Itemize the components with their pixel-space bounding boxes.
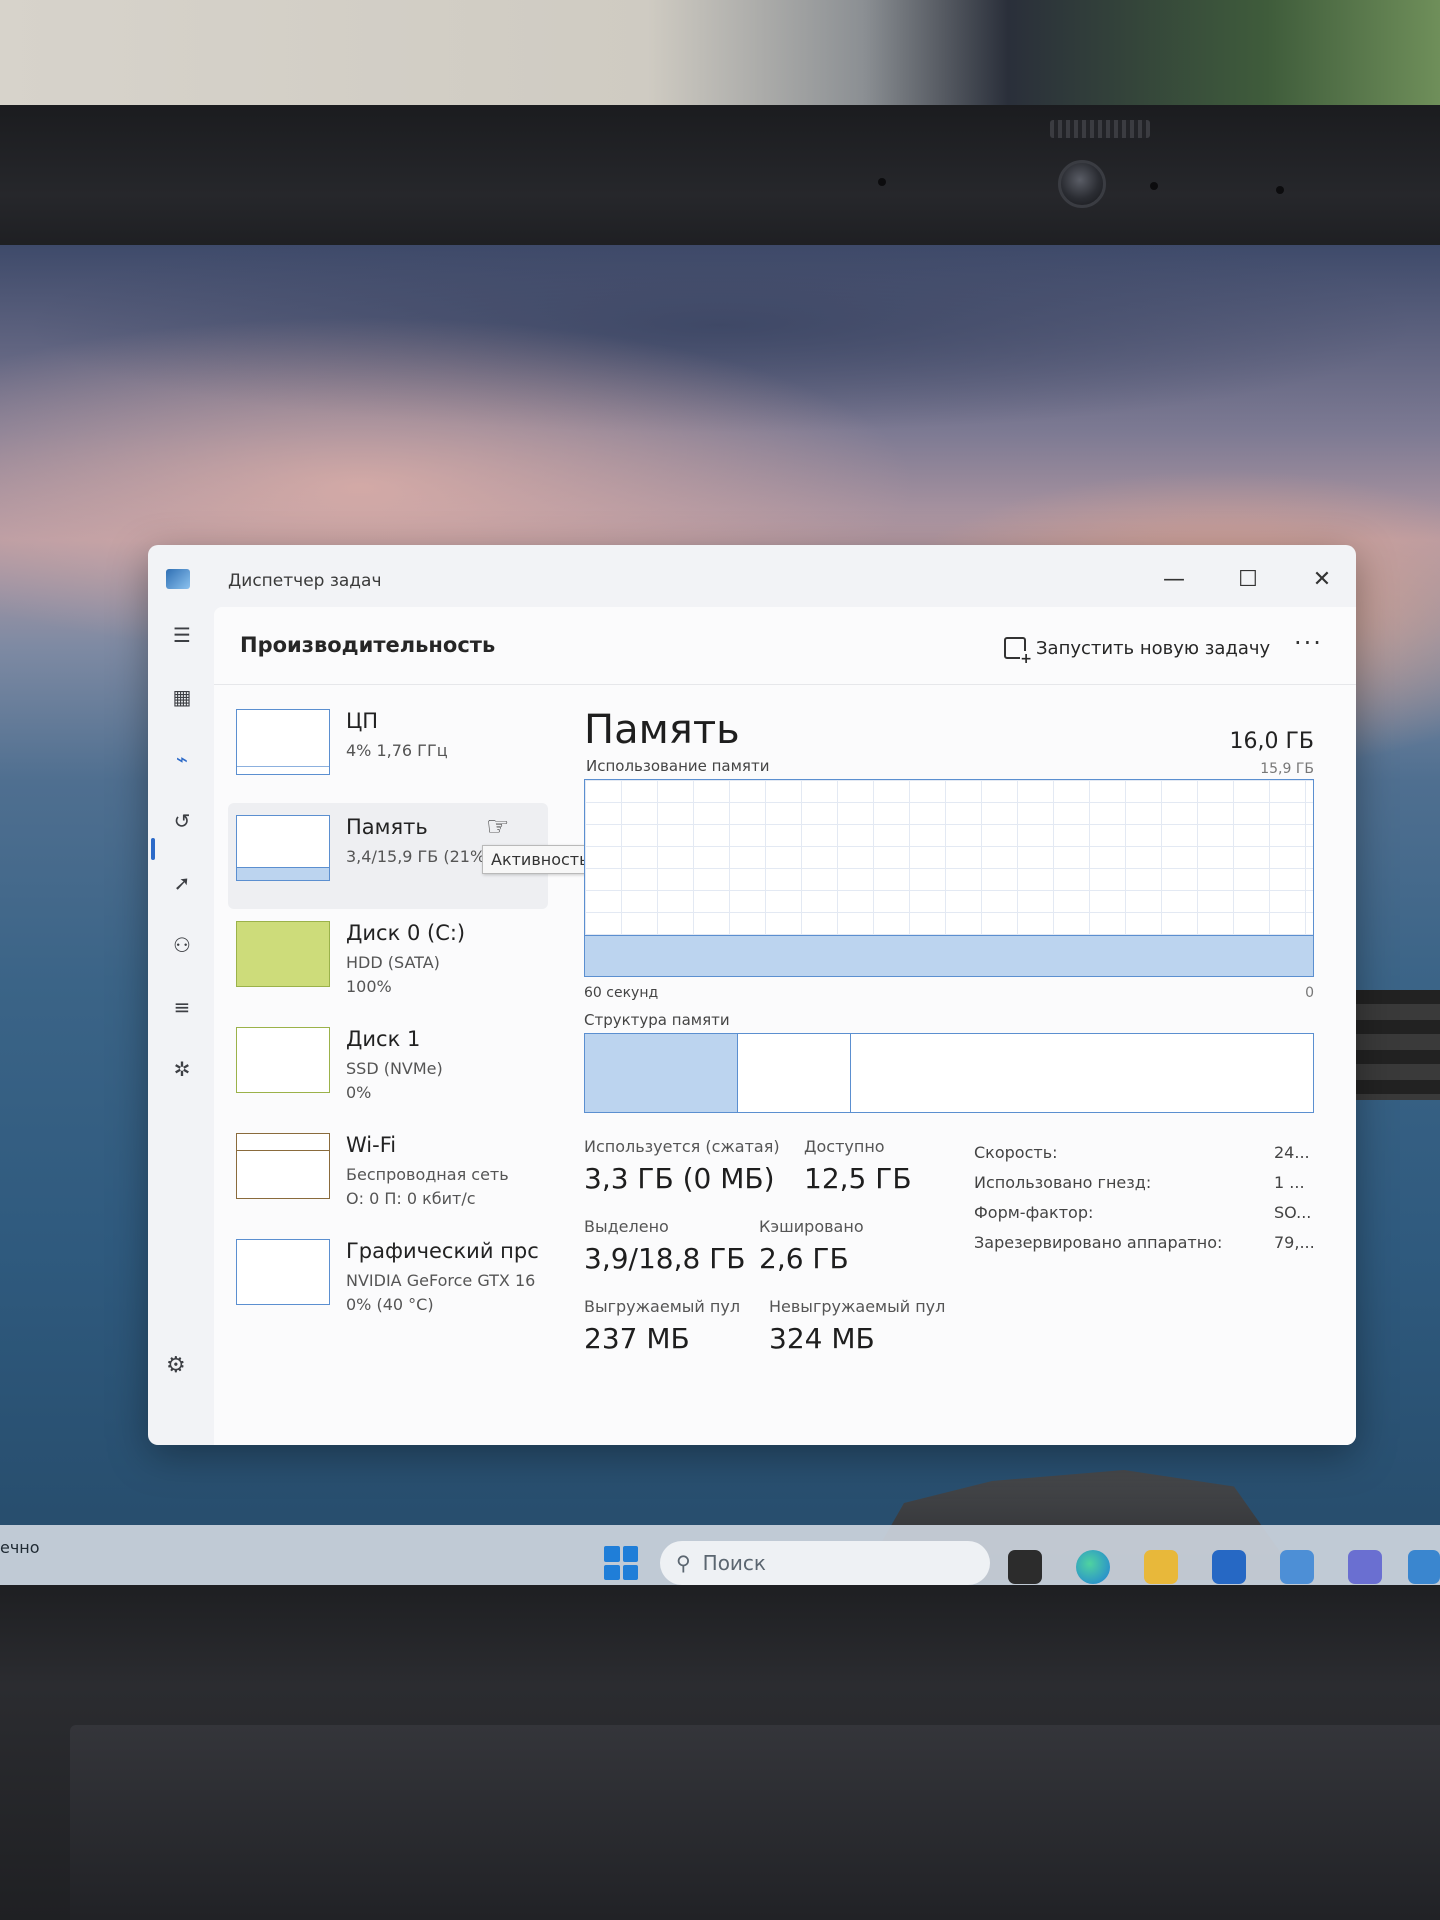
menu-icon[interactable]: ☰	[162, 615, 202, 655]
resource-name: Память	[346, 815, 428, 839]
resource-gpu[interactable]: Графический прс NVIDIA GeForce GTX 16 0%…	[228, 1227, 548, 1333]
resource-name: ЦП	[346, 709, 379, 733]
settings-gear-icon[interactable]: ⚙	[166, 1353, 186, 1378]
resource-detail: NVIDIA GeForce GTX 16 0% (40 °C)	[346, 1271, 536, 1314]
resource-detail: 4% 1,76 ГГц	[346, 741, 448, 760]
stat-cached: Кэшировано 2,6 ГБ	[759, 1217, 864, 1275]
usage-graph-label: Использование памяти	[586, 757, 770, 775]
performance-icon[interactable]: ⌁	[162, 739, 202, 779]
sensor-dot	[1150, 182, 1158, 190]
details-icon[interactable]: ≡	[162, 987, 202, 1027]
search-placeholder: Поиск	[702, 1551, 767, 1575]
teams-icon[interactable]	[1348, 1550, 1382, 1584]
page-title: Производительность	[240, 633, 496, 657]
active-nav-indicator	[151, 838, 155, 860]
app-history-icon[interactable]: ↺	[162, 801, 202, 841]
memory-usage-fill	[585, 934, 1313, 976]
start-button[interactable]	[604, 1546, 638, 1580]
new-task-icon	[1004, 637, 1032, 667]
resource-detail: SSD (NVMe) 0%	[346, 1059, 443, 1102]
resource-wifi[interactable]: Wi-Fi Беспроводная сеть О: 0 П: 0 кбит/с	[228, 1121, 548, 1227]
spec-form-factor-value: SO...	[1274, 1203, 1312, 1222]
resource-name: Wi-Fi	[346, 1133, 397, 1157]
gpu-thumbnail-graph	[236, 1239, 330, 1305]
stat-paged-pool: Выгружаемый пул 237 МБ	[584, 1297, 741, 1355]
resource-name: Диск 0 (C:)	[346, 921, 466, 945]
sensor-dot	[878, 178, 886, 186]
memory-structure-bar	[584, 1033, 1314, 1113]
navigation-rail: ☰ ▦ ⌁ ↺ ➚ ⚇ ≡ ✲ ⚙	[148, 607, 214, 1445]
maximize-button[interactable]: ☐	[1228, 565, 1268, 595]
minimize-button[interactable]: —	[1154, 565, 1194, 595]
disk0-thumbnail-graph	[236, 921, 330, 987]
resource-disk1[interactable]: Диск 1 SSD (NVMe) 0%	[228, 1015, 548, 1121]
task-manager-window: Диспетчер задач — ☐ ✕ ☰ ▦ ⌁ ↺ ➚ ⚇ ≡ ✲ ⚙ …	[148, 545, 1356, 1445]
spec-slots-label: Использовано гнезд:	[974, 1173, 1152, 1192]
memory-usage-graph	[584, 779, 1314, 977]
structure-free	[851, 1034, 1313, 1112]
task-manager-taskbar-icon[interactable]	[1408, 1550, 1440, 1584]
windows-logo-icon	[604, 1546, 620, 1562]
stat-nonpaged-pool: Невыгружаемый пул 324 МБ	[769, 1297, 946, 1355]
startup-apps-icon[interactable]: ➚	[162, 863, 202, 903]
outlook-icon[interactable]	[1280, 1550, 1314, 1584]
structure-label: Структура памяти	[584, 1011, 730, 1029]
task-manager-icon	[166, 569, 190, 589]
file-explorer-icon[interactable]	[1144, 1550, 1178, 1584]
cpu-thumbnail-graph	[236, 709, 330, 775]
task-view-icon[interactable]	[1008, 1550, 1042, 1584]
graph-time-end: 0	[1305, 985, 1314, 1001]
processes-icon[interactable]: ▦	[162, 677, 202, 717]
run-new-task-label: Запустить новую задачу	[1036, 637, 1271, 659]
stat-available: Доступно 12,5 ГБ	[804, 1137, 912, 1195]
structure-standby	[738, 1034, 851, 1112]
close-button[interactable]: ✕	[1302, 565, 1342, 595]
graph-time-label: 60 секунд	[584, 985, 659, 1001]
performance-page: Производительность Запустить новую задач…	[214, 607, 1356, 1445]
memory-total: 16,0 ГБ	[1229, 729, 1315, 754]
edge-icon[interactable]	[1076, 1550, 1110, 1584]
detail-title: Память	[584, 707, 740, 753]
users-icon[interactable]: ⚇	[162, 925, 202, 965]
resource-name: Графический прс	[346, 1239, 539, 1263]
spec-slots-value: 1 ...	[1274, 1173, 1305, 1192]
spec-reserved-label: Зарезервировано аппаратно:	[974, 1233, 1223, 1252]
taskbar-search[interactable]: ⚲ Поиск	[660, 1541, 990, 1585]
store-icon[interactable]	[1212, 1550, 1246, 1584]
resource-detail: HDD (SATA) 100%	[346, 953, 440, 996]
memory-thumbnail-graph	[236, 815, 330, 881]
spec-form-factor-label: Форм-фактор:	[974, 1203, 1094, 1222]
webcam-shutter	[1050, 120, 1150, 138]
stat-committed: Выделено 3,9/18,8 ГБ	[584, 1217, 746, 1275]
run-new-task-button[interactable]: Запустить новую задачу	[1004, 637, 1271, 667]
resource-disk0[interactable]: Диск 0 (C:) HDD (SATA) 100%	[228, 909, 548, 1015]
resource-detail: 3,4/15,9 ГБ (21%)	[346, 847, 492, 866]
services-icon[interactable]: ✲	[162, 1049, 202, 1089]
resource-name: Диск 1	[346, 1027, 421, 1051]
laptop-top-bezel	[0, 105, 1440, 255]
window-title: Диспетчер задач	[228, 571, 382, 591]
resource-list: ЦП 4% 1,76 ГГц Память 3,4/15,9 ГБ (21%) …	[228, 697, 548, 1333]
more-options-button[interactable]: ···	[1294, 629, 1323, 657]
sensor-dot	[1276, 186, 1284, 194]
stat-in-use: Используется (сжатая) 3,3 ГБ (0 МБ)	[584, 1137, 780, 1195]
structure-in-use	[585, 1034, 738, 1112]
wifi-thumbnail-graph	[236, 1133, 330, 1199]
search-icon: ⚲	[676, 1551, 691, 1575]
resource-cpu[interactable]: ЦП 4% 1,76 ГГц	[228, 697, 548, 803]
spec-reserved-value: 79,...	[1274, 1233, 1315, 1252]
usage-graph-max: 15,9 ГБ	[1260, 761, 1314, 777]
disk1-thumbnail-graph	[236, 1027, 330, 1093]
mouse-pointer-icon: ☞	[486, 812, 510, 842]
memory-detail-pane: Память 16,0 ГБ Использование памяти 15,9…	[584, 707, 1324, 1427]
webcam	[1058, 160, 1106, 208]
taskbar-left-text: ечно	[0, 1538, 40, 1557]
title-bar[interactable]: Диспетчер задач — ☐ ✕	[148, 545, 1356, 607]
resource-detail: Беспроводная сеть О: 0 П: 0 кбит/с	[346, 1165, 509, 1208]
spec-speed-value: 24...	[1274, 1143, 1310, 1162]
laptop-base	[70, 1725, 1440, 1920]
page-header: Производительность Запустить новую задач…	[214, 607, 1356, 685]
spec-speed-label: Скорость:	[974, 1143, 1058, 1162]
